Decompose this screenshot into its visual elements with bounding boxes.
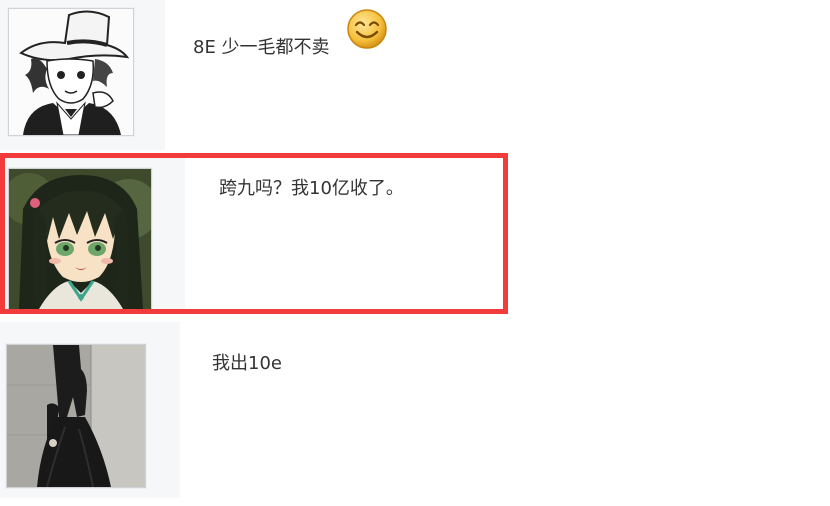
manga-boy-avatar[interactable] [8,8,134,136]
dark-dress-avatar[interactable] [6,344,146,488]
post-text: 跨九吗？我10亿收了。 [219,178,404,199]
post-1: 8E 少一毛都不卖 [0,0,830,150]
post-text: 我出10e [212,353,282,374]
post-text: 8E 少一毛都不卖 [193,37,330,58]
anime-girl-avatar[interactable] [8,168,152,310]
smile-emoji-icon [346,8,388,50]
post-3: 我出10e [0,322,830,498]
post-2: 跨九吗？我10亿收了。 [0,158,830,310]
